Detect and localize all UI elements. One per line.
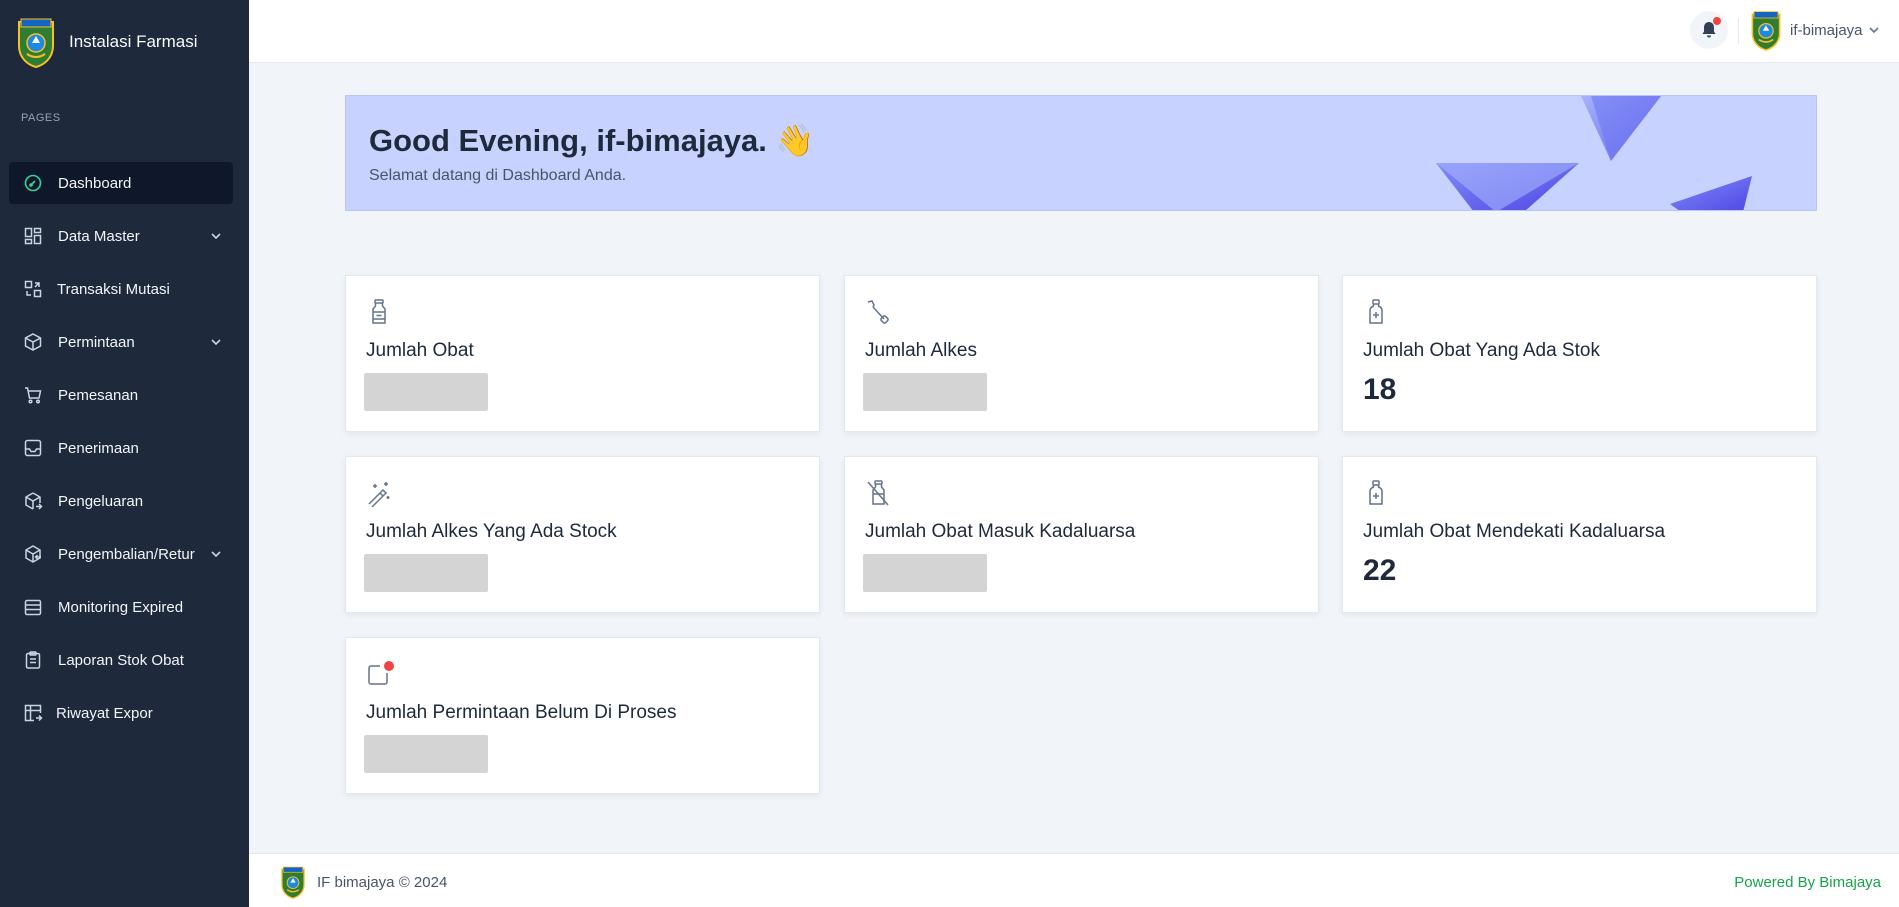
notification-dot	[384, 661, 394, 671]
avatar	[1751, 11, 1781, 51]
sidebar-item-penerimaan[interactable]: Penerimaan	[9, 427, 233, 469]
brand[interactable]: Instalasi Farmasi	[0, 0, 249, 84]
sidebar-item-label: Permintaan	[58, 333, 135, 351]
card-title: Jumlah Obat Masuk Kadaluarsa	[865, 521, 1136, 542]
medicine-bottle-plus-icon	[1363, 479, 1389, 507]
header-divider	[1738, 18, 1739, 44]
dashboard-icon	[23, 173, 43, 193]
sidebar-section-label: PAGES	[21, 112, 61, 124]
medicine-bottle-plus-icon	[1363, 298, 1389, 326]
sidebar-item-pemesanan[interactable]: Pemesanan	[9, 374, 233, 416]
transfer-icon	[23, 279, 43, 299]
sidebar-item-label: Laporan Stok Obat	[58, 651, 184, 669]
sidebar-item-transaksi-mutasi[interactable]: Transaksi Mutasi	[9, 268, 233, 310]
card-title: Jumlah Alkes	[865, 340, 977, 361]
loading-placeholder	[364, 554, 488, 592]
box-icon	[23, 332, 43, 352]
sidebar-item-label: Riwayat Expor	[56, 704, 153, 722]
banjar-logo	[18, 18, 54, 68]
sidebar-nav: Dashboard Data Master Transaksi Mutasi P…	[0, 162, 249, 734]
notification-button[interactable]	[1690, 11, 1728, 49]
bottle-off-icon	[865, 479, 891, 507]
notification-badge	[1713, 17, 1721, 25]
welcome-banner: Good Evening, if-bimajaya. 👋 Selamat dat…	[345, 95, 1817, 211]
top-header: if-bimajaya	[249, 0, 1899, 63]
user-name: if-bimajaya	[1790, 21, 1863, 39]
footer-powered-by[interactable]: Powered By Bimajaya	[1734, 874, 1881, 891]
sidebar-item-label: Data Master	[58, 227, 140, 245]
cart-icon	[23, 385, 43, 405]
sidebar-item-laporan-stok-obat[interactable]: Laporan Stok Obat	[9, 639, 233, 681]
stat-card-jumlah-obat-ada-stok[interactable]: Jumlah Obat Yang Ada Stok 18	[1342, 275, 1817, 432]
chevron-down-icon	[211, 551, 221, 558]
bottle-icon	[366, 298, 392, 326]
sidebar-item-dashboard[interactable]: Dashboard	[9, 162, 233, 204]
loading-placeholder	[863, 554, 987, 592]
app-title: Instalasi Farmasi	[69, 32, 198, 51]
card-value: 18	[1363, 373, 1397, 406]
inbox-icon	[23, 438, 43, 458]
welcome-text: Selamat datang di Dashboard Anda.	[369, 167, 627, 184]
sidebar-item-pengeluaran[interactable]: Pengeluaran	[9, 480, 233, 522]
chevron-down-icon	[211, 233, 221, 240]
greeting-heading: Good Evening, if-bimajaya. 👋	[369, 123, 815, 158]
loading-placeholder	[863, 373, 987, 411]
stat-card-jumlah-permintaan-belum-diproses[interactable]: Jumlah Permintaan Belum Di Proses	[345, 637, 820, 794]
stat-card-jumlah-alkes-ada-stock[interactable]: Jumlah Alkes Yang Ada Stock	[345, 456, 820, 613]
magic-wand-icon	[366, 479, 392, 508]
clipboard-icon	[23, 650, 43, 670]
loading-placeholder	[364, 373, 488, 411]
table-export-icon	[23, 703, 43, 723]
footer: IF bimajaya © 2024 Powered By Bimajaya	[249, 853, 1899, 907]
card-title: Jumlah Obat Mendekati Kadaluarsa	[1363, 521, 1666, 542]
sidebar-item-label: Pemesanan	[58, 386, 139, 404]
sidebar-item-permintaan[interactable]: Permintaan	[9, 321, 233, 363]
sidebar-item-label: Monitoring Expired	[58, 598, 184, 616]
card-title: Jumlah Obat Yang Ada Stok	[1363, 340, 1600, 361]
sidebar-item-label: Dashboard	[58, 174, 132, 192]
sidebar-item-data-master[interactable]: Data Master	[9, 215, 233, 257]
sidebar-item-pengembalian-retur[interactable]: Pengembalian/Retur	[9, 533, 233, 575]
card-value: 22	[1363, 554, 1397, 587]
box-out-icon	[23, 491, 43, 511]
chevron-down-icon	[1868, 27, 1879, 34]
wrench-icon	[865, 298, 891, 326]
footer-copyright: IF bimajaya © 2024	[317, 874, 448, 891]
calendar-icon	[23, 597, 43, 617]
sidebar-item-label: Penerimaan	[58, 439, 139, 457]
sidebar-item-label: Pengeluaran	[58, 492, 144, 510]
sidebar-item-label: Transaksi Mutasi	[57, 280, 170, 298]
loading-placeholder	[364, 735, 488, 773]
sidebar-item-riwayat-expor[interactable]: Riwayat Expor	[9, 692, 233, 734]
card-title: Jumlah Obat	[366, 340, 474, 361]
sidebar-item-monitoring-expired[interactable]: Monitoring Expired	[9, 586, 233, 628]
return-icon	[23, 544, 43, 564]
stat-card-jumlah-alkes[interactable]: Jumlah Alkes	[844, 275, 1319, 432]
chevron-down-icon	[211, 339, 221, 346]
stat-card-jumlah-obat-kadaluarsa[interactable]: Jumlah Obat Masuk Kadaluarsa	[844, 456, 1319, 613]
sidebar-item-label: Pengembalian/Retur	[58, 545, 195, 563]
card-title: Jumlah Alkes Yang Ada Stock	[366, 521, 617, 542]
footer-logo	[281, 866, 305, 899]
stat-card-jumlah-obat[interactable]: Jumlah Obat	[345, 275, 820, 432]
stat-card-jumlah-obat-mendekati-kadaluarsa[interactable]: Jumlah Obat Mendekati Kadaluarsa 22	[1342, 456, 1817, 613]
card-title: Jumlah Permintaan Belum Di Proses	[366, 702, 677, 723]
sidebar: Instalasi Farmasi PAGES Dashboard Data M…	[0, 0, 249, 907]
user-menu[interactable]: if-bimajaya	[1750, 8, 1881, 52]
grid-icon	[23, 226, 43, 246]
